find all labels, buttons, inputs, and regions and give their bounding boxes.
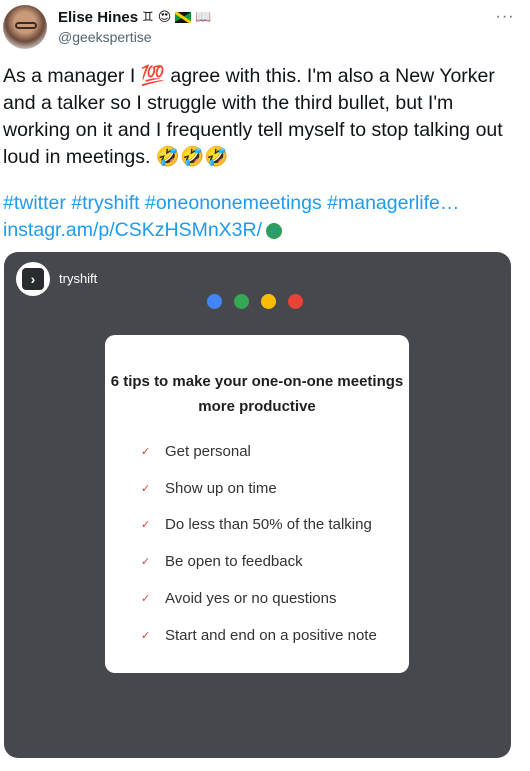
media-account-avatar: › <box>16 262 50 296</box>
checkmark-icon: ✓ <box>141 592 151 606</box>
tweet-hashtags-and-link: #twitter #tryshift #oneononemeetings #ma… <box>3 190 523 244</box>
heart-eyes-emoji-icon: 😍 <box>157 9 172 25</box>
hashtag-oneononemeetings[interactable]: #oneononemeetings <box>145 192 322 214</box>
media-image[interactable]: › tryshift 6 tips to make your one-on-on… <box>4 252 511 758</box>
checkmark-icon: ✓ <box>141 444 151 458</box>
tweet[interactable]: Elise Hines ♊ 😍 📖 @geekspertise ··· As a… <box>0 0 530 771</box>
more-horizontal-icon: ··· <box>495 8 515 25</box>
avatar-glasses <box>15 22 37 29</box>
more-options-button[interactable]: ··· <box>492 6 518 28</box>
gemini-emoji-icon: ♊ <box>142 9 154 25</box>
chevron-right-icon: › <box>22 268 44 290</box>
tip-item: ✓ Show up on time <box>141 470 377 507</box>
hashtag-tryshift[interactable]: #tryshift <box>71 192 139 214</box>
author-avatar[interactable] <box>3 5 47 49</box>
tip-text: Avoid yes or no questions <box>165 590 337 608</box>
checkmark-icon: ✓ <box>141 481 151 495</box>
color-dots <box>207 294 303 309</box>
tip-text: Start and end on a positive note <box>165 626 377 644</box>
tweet-text: As a manager I 💯 agree with this. I'm al… <box>3 65 503 168</box>
tip-item: ✓ Start and end on a positive note <box>141 617 377 654</box>
author-display-name[interactable]: Elise Hines <box>58 9 138 26</box>
author-name-row[interactable]: Elise Hines ♊ 😍 📖 <box>58 7 211 27</box>
jamaica-flag-icon <box>175 11 192 23</box>
hashtag-managerlife[interactable]: #managerlife… <box>327 192 459 214</box>
green-dot <box>234 294 249 309</box>
checkmark-icon: ✓ <box>141 518 151 532</box>
tweet-header: Elise Hines ♊ 😍 📖 @geekspertise ··· <box>0 0 530 60</box>
media-account-name: tryshift <box>59 271 98 286</box>
tips-card-title: 6 tips to make your one-on-one meetings … <box>110 373 404 415</box>
tip-item: ✓ Be open to feedback <box>141 543 377 580</box>
hashtag-twitter[interactable]: #twitter <box>3 192 66 214</box>
instagram-link[interactable]: instagr.am/p/CSKzHSMnX3R/ <box>3 219 262 241</box>
yellow-dot <box>261 294 276 309</box>
tip-text: Get personal <box>165 442 251 460</box>
red-dot <box>288 294 303 309</box>
tip-text: Be open to feedback <box>165 553 303 571</box>
tips-list: ✓ Get personal ✓ Show up on time ✓ Do less … <box>141 433 377 654</box>
open-book-emoji-icon: 📖 <box>195 9 212 25</box>
blue-dot <box>207 294 222 309</box>
check-circle-icon: ✓ <box>266 222 283 239</box>
author-handle[interactable]: @geekspertise <box>58 29 152 45</box>
tip-item: ✓ Do less than 50% of the talking <box>141 507 377 544</box>
tip-text: Show up on time <box>165 479 277 497</box>
tips-card: 6 tips to make your one-on-one meetings … <box>105 335 409 673</box>
tip-item: ✓ Get personal <box>141 433 377 470</box>
checkmark-icon: ✓ <box>141 628 151 642</box>
checkmark-icon: ✓ <box>141 555 151 569</box>
tip-item: ✓ Avoid yes or no questions <box>141 580 377 617</box>
tip-text: Do less than 50% of the talking <box>165 516 372 534</box>
